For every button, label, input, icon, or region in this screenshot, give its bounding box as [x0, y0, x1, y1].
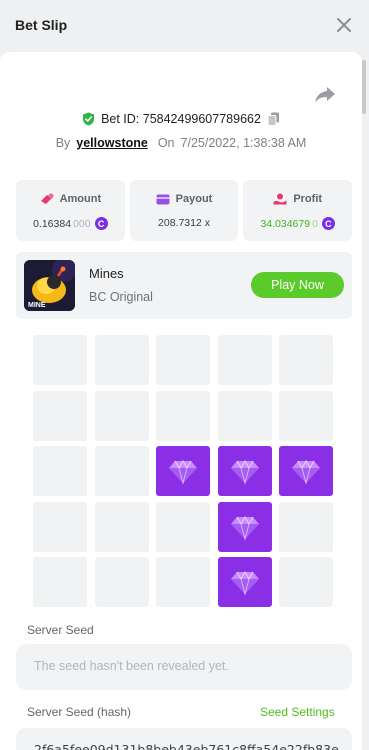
mine-tile: [33, 335, 87, 385]
gem-icon: [169, 459, 197, 485]
profit-value-trailing: 0: [312, 217, 318, 230]
mine-tile: [156, 502, 210, 552]
server-seed-hash-value: 2f6a5fee09d131b8beb43eb761c8ffa54e22fb83…: [34, 742, 339, 750]
mine-tile: [95, 557, 149, 607]
mines-game-icon: MINE: [24, 260, 75, 311]
mine-tile: [95, 391, 149, 441]
share-icon[interactable]: [314, 86, 336, 104]
game-name: Mines: [89, 266, 124, 281]
amount-icon: [40, 193, 54, 204]
mine-tile: [33, 446, 87, 496]
bet-slip-panel: Bet ID: 75842499607789662 By yellowstone…: [0, 52, 362, 750]
server-seed-hash-field[interactable]: 2f6a5fee09d131b8beb43eb761c8ffa54e22fb83…: [16, 728, 352, 750]
mine-tile-gem: [218, 502, 272, 552]
game-card: MINE Mines BC Original Play Now: [16, 252, 352, 319]
gem-icon: [292, 459, 320, 485]
mine-tile: [279, 502, 333, 552]
copy-icon[interactable]: [267, 112, 280, 126]
bc-coin-icon: C: [321, 217, 335, 230]
amount-card: Amount 0.16384 000 C: [16, 180, 125, 241]
bet-slip-title: Bet Slip: [15, 17, 68, 33]
mines-game-thumbnail[interactable]: MINE: [24, 260, 75, 311]
wallet-icon: [156, 194, 170, 204]
bet-datetime: 7/25/2022, 1:38:38 AM: [180, 136, 307, 150]
gem-icon: [231, 570, 259, 596]
gem-icon: [231, 515, 259, 541]
payout-value: 208.7312 x: [158, 217, 210, 229]
payout-label: Payout: [175, 193, 213, 205]
server-seed-hash-label: Server Seed (hash): [27, 705, 132, 719]
verified-shield-icon: [83, 112, 95, 126]
thumb-caption: MINE: [28, 302, 46, 309]
profit-label: Profit: [293, 193, 323, 205]
bet-id-row: Bet ID: 75842499607789662: [0, 110, 362, 128]
mine-tile: [156, 391, 210, 441]
scrollbar-thumb[interactable]: [362, 60, 366, 114]
mines-board: [33, 335, 333, 607]
play-now-button[interactable]: Play Now: [251, 272, 344, 298]
mine-tile: [33, 391, 87, 441]
amount-label: Amount: [59, 193, 102, 205]
by-label: By: [55, 136, 71, 150]
mine-tile: [33, 557, 87, 607]
mine-tile: [156, 557, 210, 607]
mine-tile-gem: [279, 446, 333, 496]
bet-id-text: Bet ID: 75842499607789662: [101, 112, 261, 126]
amount-value: 0.16384: [33, 217, 72, 230]
profit-value-row: 34.034679 0 C: [243, 217, 352, 230]
username-link[interactable]: yellowstone: [76, 136, 148, 150]
mine-tile-gem: [218, 446, 272, 496]
mine-tile: [95, 446, 149, 496]
mine-tile: [279, 557, 333, 607]
mine-tile: [95, 502, 149, 552]
mine-tile: [95, 335, 149, 385]
server-seed-placeholder: The seed hasn't been revealed yet.: [34, 659, 229, 673]
mine-tile: [218, 335, 272, 385]
bet-slip-header: Bet Slip: [0, 0, 369, 52]
game-provider: BC Original: [89, 290, 153, 304]
on-label: On: [157, 136, 175, 150]
bet-stats: Amount 0.16384 000 C Payout 208.7312 x P…: [16, 180, 353, 241]
mine-tile: [279, 391, 333, 441]
mine-tile-gem: [156, 446, 210, 496]
scrollbar[interactable]: [362, 52, 367, 750]
server-seed-label: Server Seed: [27, 623, 94, 637]
mine-tile-gem: [218, 557, 272, 607]
profit-card: Profit 34.034679 0 C: [243, 180, 353, 241]
server-seed-field[interactable]: The seed hasn't been revealed yet.: [16, 644, 352, 690]
profit-value: 34.034679: [260, 217, 311, 230]
bc-coin-icon: C: [94, 217, 108, 230]
mine-tile: [279, 335, 333, 385]
amount-value-trailing: 000: [73, 217, 91, 230]
close-icon[interactable]: [334, 15, 354, 35]
mine-tile: [33, 502, 87, 552]
amount-value-row: 0.16384 000 C: [16, 217, 125, 230]
mine-tile: [156, 335, 210, 385]
payout-card: Payout 208.7312 x: [129, 180, 239, 241]
bet-owner-row: By yellowstone On 7/25/2022, 1:38:38 AM: [0, 134, 362, 152]
seed-settings-link[interactable]: Seed Settings: [260, 705, 335, 719]
gem-icon: [231, 459, 259, 485]
profit-icon: [273, 193, 287, 205]
mine-tile: [218, 391, 272, 441]
payout-value-row: 208.7312 x: [130, 217, 239, 229]
